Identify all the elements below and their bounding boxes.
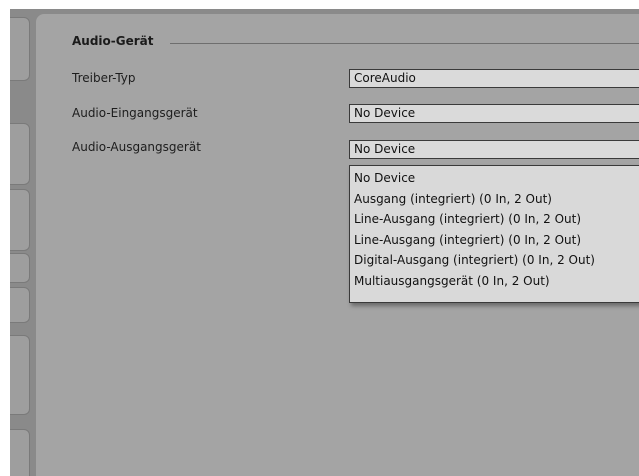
input-device-select[interactable]: No Device bbox=[349, 104, 639, 123]
dropdown-option[interactable]: Line-Ausgang (integriert) (0 In, 2 Out) bbox=[354, 230, 639, 251]
preferences-tab-6[interactable] bbox=[10, 335, 30, 415]
preferences-tab-7[interactable] bbox=[10, 429, 30, 476]
preferences-tab-2[interactable] bbox=[10, 123, 30, 185]
driver-type-select[interactable]: CoreAudio bbox=[349, 69, 639, 88]
audio-device-section-title: Audio-Gerät bbox=[72, 34, 154, 48]
section-divider bbox=[170, 43, 639, 44]
audio-settings-panel: Audio-Gerät Treiber-Typ CoreAudio Audio-… bbox=[36, 14, 639, 476]
output-device-dropdown-menu: No Device Ausgang (integriert) (0 In, 2 … bbox=[349, 165, 639, 303]
driver-type-label: Treiber-Typ bbox=[72, 71, 136, 85]
dropdown-option[interactable]: Digital-Ausgang (integriert) (0 In, 2 Ou… bbox=[354, 250, 639, 271]
output-device-label: Audio-Ausgangsgerät bbox=[72, 140, 201, 154]
preferences-tab-5[interactable] bbox=[10, 287, 30, 323]
preferences-window: Audio-Gerät Treiber-Typ CoreAudio Audio-… bbox=[10, 9, 639, 476]
dropdown-option[interactable]: Multiausgangsgerät (0 In, 2 Out) bbox=[354, 271, 639, 292]
input-device-label: Audio-Eingangsgerät bbox=[72, 106, 198, 120]
dropdown-option[interactable]: Line-Ausgang (integriert) (0 In, 2 Out) bbox=[354, 209, 639, 230]
preferences-tab-1[interactable] bbox=[10, 17, 30, 81]
output-device-select[interactable]: No Device bbox=[349, 140, 639, 159]
preferences-tab-3[interactable] bbox=[10, 189, 30, 251]
preferences-tab-4[interactable] bbox=[10, 253, 30, 283]
dropdown-option[interactable]: No Device bbox=[354, 168, 639, 189]
dropdown-option[interactable]: Ausgang (integriert) (0 In, 2 Out) bbox=[354, 189, 639, 210]
